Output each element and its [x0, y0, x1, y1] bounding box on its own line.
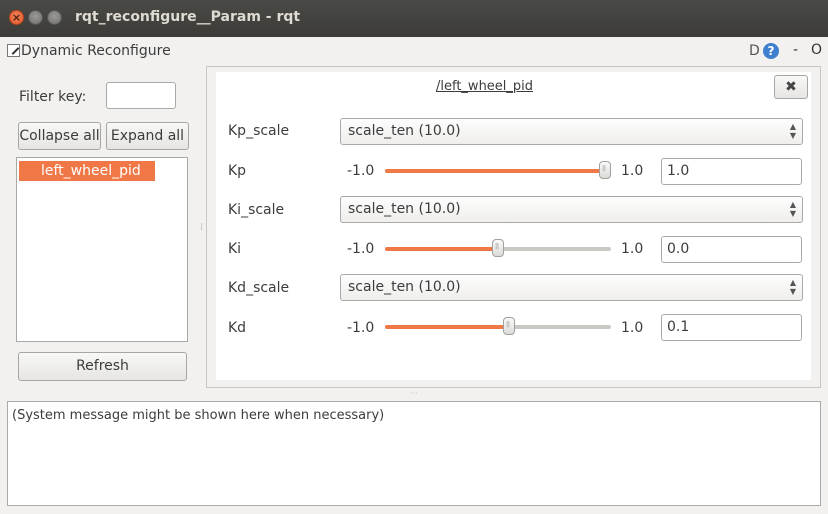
- param-label-kp-scale: Kp_scale: [228, 123, 290, 139]
- ki-slider[interactable]: [385, 239, 611, 257]
- help-icon[interactable]: ?: [763, 43, 779, 59]
- window-minimize-button[interactable]: [28, 10, 43, 25]
- spinner-arrows-icon: ▲ ▼: [789, 278, 796, 296]
- edit-icon: [7, 44, 20, 57]
- kp-max-label: 1.0: [621, 163, 644, 179]
- ki-slider-fill: [385, 247, 498, 251]
- refresh-button[interactable]: Refresh: [18, 352, 187, 381]
- system-message-area: (System message might be shown here when…: [7, 401, 821, 506]
- param-label-kp: Kp: [228, 163, 247, 179]
- kp-scale-select[interactable]: scale_ten (10.0) ▲ ▼: [340, 118, 803, 145]
- horizontal-splitter-handle[interactable]: ···: [410, 389, 418, 398]
- param-label-kd: Kd: [228, 320, 247, 336]
- kd-slider-handle[interactable]: [503, 317, 515, 335]
- ki-scale-select-value: scale_ten (10.0): [348, 201, 461, 217]
- kd-value-input[interactable]: 0.1: [661, 314, 802, 341]
- tree-item-left-wheel-pid[interactable]: left_wheel_pid: [19, 161, 155, 181]
- plugin-close-button[interactable]: O: [811, 42, 822, 58]
- ki-slider-handle[interactable]: [492, 239, 504, 257]
- param-label-kd-scale: Kd_scale: [228, 280, 290, 296]
- kd-max-label: 1.0: [621, 320, 644, 336]
- kd-scale-select-value: scale_ten (10.0): [348, 279, 461, 295]
- plugin-title: Dynamic Reconfigure: [21, 43, 171, 59]
- spinner-arrows-icon: ▲ ▼: [789, 200, 796, 218]
- kp-scale-select-value: scale_ten (10.0): [348, 123, 461, 139]
- window-close-button[interactable]: ×: [9, 10, 24, 25]
- kd-scale-select[interactable]: scale_ten (10.0) ▲ ▼: [340, 274, 803, 301]
- vertical-splitter-handle[interactable]: ⁞: [200, 222, 203, 233]
- window-maximize-button[interactable]: [47, 10, 62, 25]
- kp-slider-handle[interactable]: [599, 161, 611, 179]
- kd-min-label: -1.0: [347, 320, 375, 336]
- kp-slider[interactable]: [385, 161, 611, 179]
- ki-value-input[interactable]: 0.0: [661, 236, 802, 263]
- kp-slider-fill: [385, 169, 611, 173]
- param-label-ki-scale: Ki_scale: [228, 202, 285, 218]
- plugin-d-button[interactable]: D: [749, 43, 760, 59]
- kd-slider[interactable]: [385, 317, 611, 335]
- window-titlebar: × rqt_reconfigure__Param - rqt: [0, 0, 828, 37]
- ki-scale-select[interactable]: scale_ten (10.0) ▲ ▼: [340, 196, 803, 223]
- kp-min-label: -1.0: [347, 163, 375, 179]
- spinner-arrows-icon: ▲ ▼: [789, 122, 796, 140]
- node-title: /left_wheel_pid: [436, 79, 534, 94]
- ki-max-label: 1.0: [621, 241, 644, 257]
- param-label-ki: Ki: [228, 241, 242, 257]
- expand-all-button[interactable]: Expand all: [106, 122, 189, 150]
- collapse-all-button[interactable]: Collapse all: [18, 122, 101, 150]
- kp-value-input[interactable]: 1.0: [661, 158, 802, 185]
- node-close-button[interactable]: ✖: [774, 75, 808, 99]
- kd-slider-fill: [385, 325, 509, 329]
- ki-min-label: -1.0: [347, 241, 375, 257]
- node-tree[interactable]: left_wheel_pid: [16, 157, 188, 342]
- window-title: rqt_reconfigure__Param - rqt: [75, 9, 301, 25]
- plugin-minimize-button[interactable]: -: [793, 42, 798, 58]
- filter-key-input[interactable]: [106, 82, 176, 109]
- filter-key-label: Filter key:: [19, 89, 87, 105]
